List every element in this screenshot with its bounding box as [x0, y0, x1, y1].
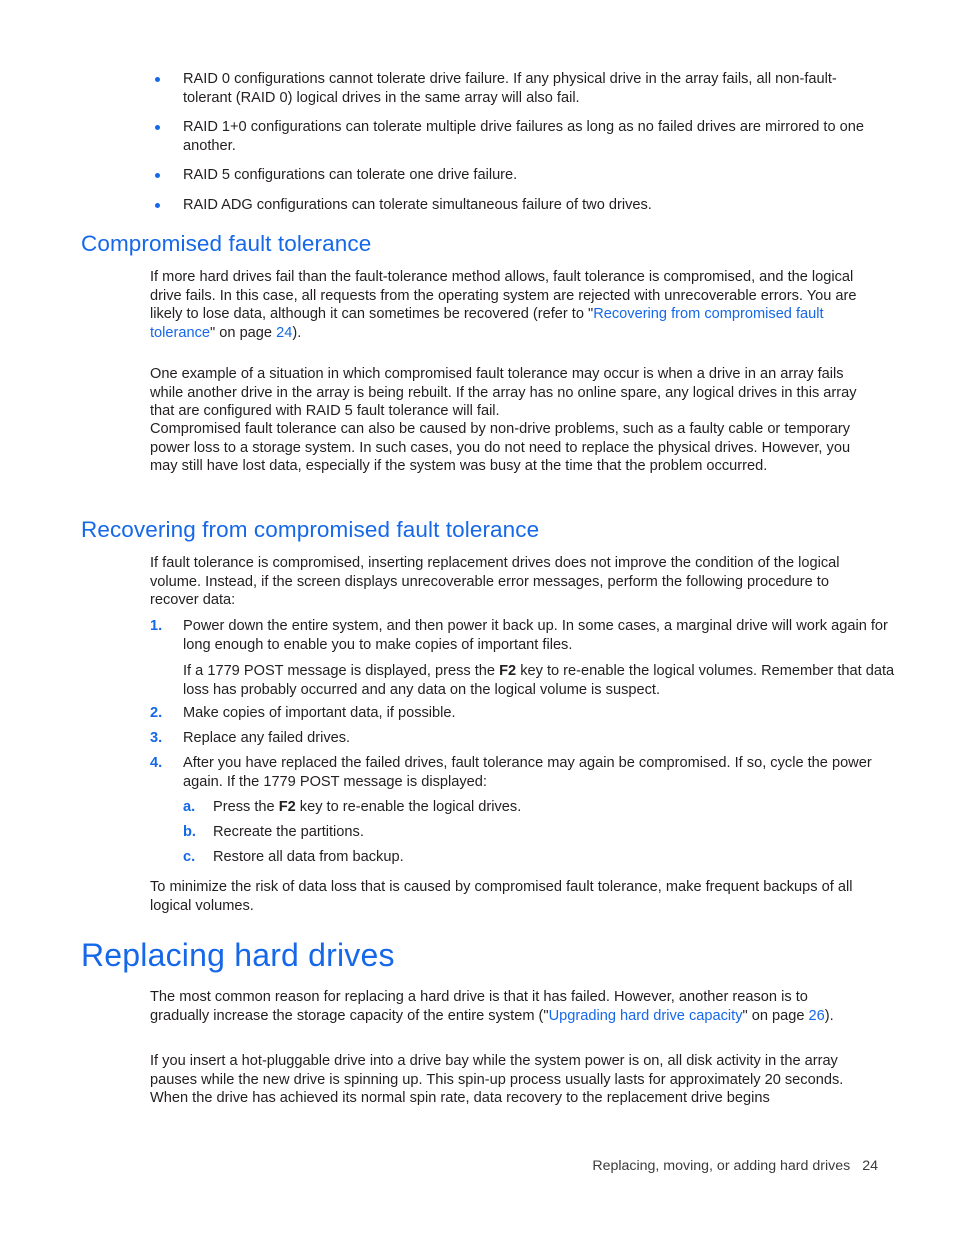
- list-marker: 4.: [150, 755, 163, 771]
- raid-fault-tolerance-bullet-list: RAID 0 configurations cannot tolerate dr…: [150, 70, 876, 215]
- list-marker: c.: [183, 849, 196, 865]
- link-page-26[interactable]: 26: [809, 1008, 825, 1024]
- ordered-list-item-3: 3. Replace any failed drives.: [150, 729, 905, 748]
- paragraph-compromised-2: One example of a situation in which comp…: [150, 366, 857, 420]
- ordered-list-item-1-note: If a 1779 POST message is displayed, pre…: [150, 662, 905, 699]
- list-item: RAID 0 configurations cannot tolerate dr…: [150, 70, 876, 107]
- paragraph-compromised-3: Compromised fault tolerance can also be …: [150, 421, 851, 475]
- sub-list-item-b: b. Recreate the partitions.: [183, 823, 893, 842]
- list-item-text: Power down the entire system, and then p…: [183, 618, 888, 653]
- list-item-text: RAID 1+0 configurations can tolerate mul…: [183, 119, 864, 154]
- paragraph-compromised-1: If more hard drives fail than the fault-…: [150, 268, 868, 342]
- list-item: RAID ADG configurations can tolerate sim…: [150, 196, 876, 215]
- paragraph-recovering-closing: To minimize the risk of data loss that i…: [150, 879, 853, 914]
- list-item-text: RAID 0 configurations cannot tolerate dr…: [183, 71, 837, 106]
- bullet-dot-icon: [155, 77, 160, 82]
- paragraph-replacing-2: If you insert a hot-pluggable drive into…: [150, 1053, 844, 1107]
- footer-chapter-title: Replacing, moving, or adding hard drives: [592, 1158, 851, 1174]
- list-item-text: Make copies of important data, if possib…: [183, 705, 456, 721]
- list-item-text: RAID ADG configurations can tolerate sim…: [183, 196, 652, 213]
- sub-list-item-text: Recreate the partitions.: [213, 824, 364, 840]
- paragraph-text: " on page: [210, 324, 277, 341]
- link-upgrading-hard-drive-capacity[interactable]: Upgrading hard drive capacity: [549, 1008, 743, 1024]
- paragraph-text: ).: [292, 324, 302, 341]
- sub-list-item-text: Press the: [213, 799, 279, 815]
- note-text: If a 1779 POST message is displayed, pre…: [183, 663, 500, 679]
- list-marker: a.: [183, 799, 196, 815]
- list-marker: 1.: [150, 618, 163, 634]
- ordered-list-item-2: 2. Make copies of important data, if pos…: [150, 704, 905, 723]
- bullet-dot-icon: [155, 173, 160, 179]
- paragraph-text: " on page: [742, 1007, 809, 1024]
- list-item: RAID 1+0 configurations can tolerate mul…: [150, 118, 876, 155]
- list-item-text: After you have replaced the failed drive…: [183, 755, 872, 790]
- ordered-list-item-1: 1. Power down the entire system, and the…: [150, 617, 905, 654]
- heading-recovering-from-compromised-fault-tolerance: Recovering from compromised fault tolera…: [81, 517, 540, 542]
- paragraph-recovering-intro: If fault tolerance is compromised, inser…: [150, 555, 840, 609]
- sub-list-item-text: key to re-enable the logical drives.: [295, 799, 522, 815]
- document-page: RAID 0 configurations cannot tolerate dr…: [0, 0, 954, 1235]
- list-marker: b.: [183, 824, 196, 840]
- heading-replacing-hard-drives: Replacing hard drives: [81, 937, 395, 973]
- page-footer: Replacing, moving, or adding hard drives…: [0, 1158, 878, 1174]
- footer-page-number: 24: [862, 1158, 878, 1174]
- list-item-text: Replace any failed drives.: [183, 730, 351, 746]
- list-item: RAID 5 configurations can tolerate one d…: [150, 166, 876, 185]
- list-marker: 2.: [150, 705, 163, 721]
- list-marker: 3.: [150, 730, 163, 746]
- bullet-dot-icon: [155, 125, 160, 131]
- key-label-f2: F2: [499, 663, 517, 679]
- heading-compromised-fault-tolerance: Compromised fault tolerance: [81, 231, 372, 256]
- sub-list-item-c: c. Restore all data from backup.: [183, 848, 893, 867]
- sub-list-item-text: Restore all data from backup.: [213, 849, 404, 865]
- ordered-list-item-4: 4. After you have replaced the failed dr…: [150, 754, 905, 791]
- paragraph-text: ).: [824, 1007, 834, 1024]
- bullet-dot-icon: [155, 202, 160, 208]
- link-page-24[interactable]: 24: [276, 325, 292, 341]
- sub-list-item-a: a. Press the F2 key to re-enable the log…: [183, 798, 893, 817]
- list-item-text: RAID 5 configurations can tolerate one d…: [183, 167, 518, 184]
- key-label-f2: F2: [278, 799, 296, 815]
- paragraph-replacing-1: The most common reason for replacing a h…: [150, 988, 868, 1025]
